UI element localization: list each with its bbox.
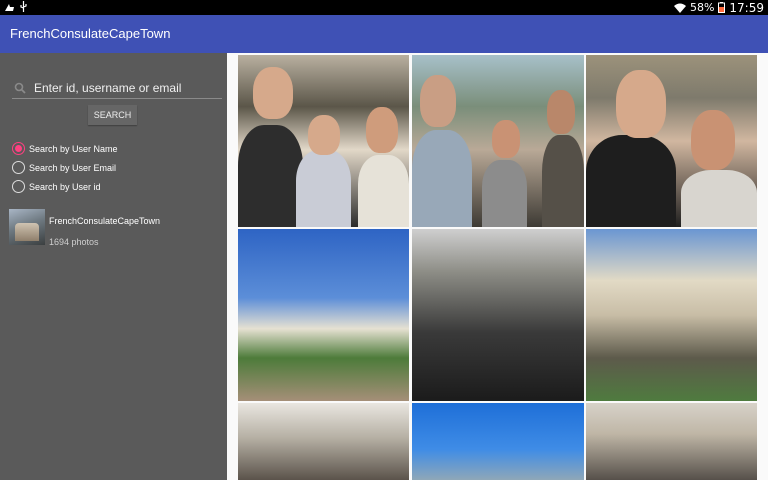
photo-grid <box>227 53 768 480</box>
user-name: FrenchConsulateCapeTown <box>49 216 161 226</box>
clock: 17:59 <box>729 0 764 15</box>
photo-count: 1694 photos <box>49 237 99 247</box>
radio-label: Search by User id <box>29 181 101 192</box>
photo-thumbnail[interactable] <box>238 403 409 480</box>
radio-search-by-email[interactable]: Search by User Email <box>12 161 116 174</box>
app-bar: FrenchConsulateCapeTown <box>0 15 768 53</box>
usb-icon <box>20 1 27 12</box>
photo-thumbnail[interactable] <box>238 55 409 227</box>
sidebar: SEARCH Search by User Name Search by Use… <box>0 53 227 480</box>
photo-thumbnail[interactable] <box>412 55 584 227</box>
search-input[interactable] <box>34 79 220 97</box>
status-bar: 58% 17:59 <box>0 0 768 15</box>
battery-icon <box>718 2 726 13</box>
radio-label: Search by User Name <box>29 143 118 154</box>
photo-thumbnail[interactable] <box>238 229 409 401</box>
avatar <box>9 209 45 245</box>
radio-label: Search by User Email <box>29 162 117 173</box>
radio-search-by-name[interactable]: Search by User Name <box>12 142 118 155</box>
search-button[interactable]: SEARCH <box>88 105 137 125</box>
photo-thumbnail[interactable] <box>586 403 757 480</box>
user-result[interactable]: FrenchConsulateCapeTown 1694 photos <box>9 209 219 249</box>
search-field <box>12 79 222 99</box>
photo-thumbnail[interactable] <box>586 229 757 401</box>
photo-thumbnail[interactable] <box>586 55 757 227</box>
radio-button[interactable] <box>12 180 25 193</box>
notification-icon <box>5 3 14 11</box>
search-icon <box>14 82 26 94</box>
battery-percent: 58% <box>689 1 715 14</box>
wifi-icon <box>673 3 686 13</box>
photo-thumbnail[interactable] <box>412 229 584 401</box>
radio-button-checked[interactable] <box>12 142 25 155</box>
app-title: FrenchConsulateCapeTown <box>10 26 171 41</box>
radio-button[interactable] <box>12 161 25 174</box>
radio-search-by-id[interactable]: Search by User id <box>12 180 101 193</box>
photo-thumbnail[interactable] <box>412 403 584 480</box>
